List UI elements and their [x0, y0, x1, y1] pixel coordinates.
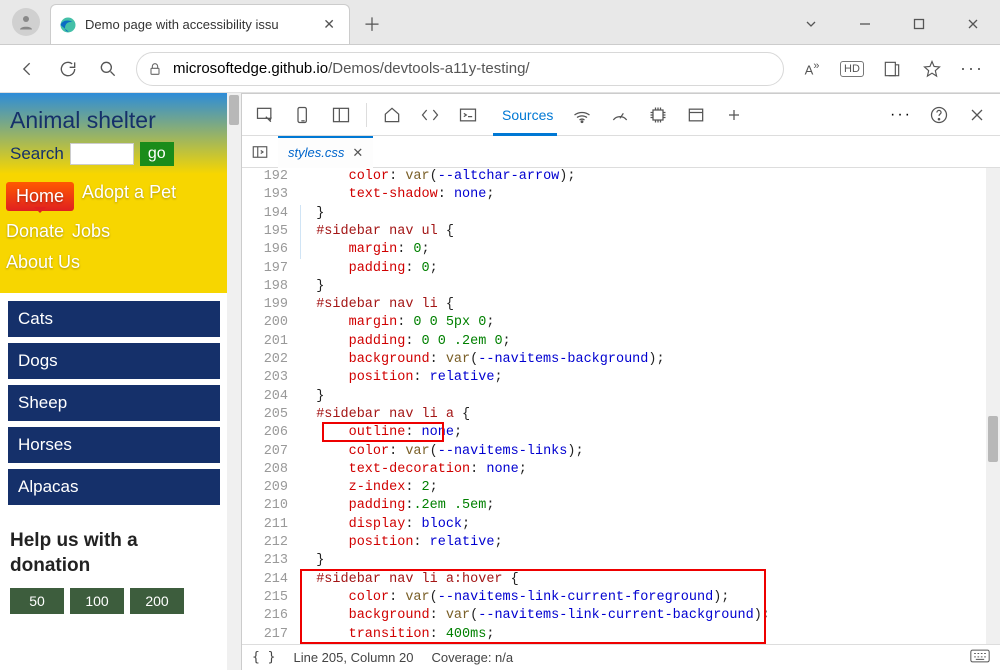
subnav-alpacas[interactable]: Alpacas: [8, 469, 220, 505]
file-tab-styles[interactable]: styles.css ✕: [278, 136, 373, 168]
devtools-close-icon[interactable]: [960, 98, 994, 132]
memory-tab-icon[interactable]: [641, 98, 675, 132]
sources-tab-label: Sources: [502, 107, 553, 123]
highlight-outline-none: [322, 422, 444, 442]
sources-tab[interactable]: Sources: [489, 94, 561, 136]
devtools-more-icon[interactable]: ···: [884, 98, 918, 132]
subnav-dogs[interactable]: Dogs: [8, 343, 220, 379]
devtools: Sources ··· styles.css ✕ 192193194195196…: [242, 93, 1000, 670]
sources-file-bar: styles.css ✕: [242, 136, 1000, 168]
tab-close-icon[interactable]: ✕: [319, 14, 339, 35]
source-editor[interactable]: 1921931941951961971981992002012022032042…: [242, 168, 1000, 644]
edge-icon: [59, 16, 77, 34]
tab-title: Demo page with accessibility issu: [85, 17, 313, 32]
more-tabs-icon[interactable]: [717, 98, 751, 132]
sidebar-subnav: Cats Dogs Sheep Horses Alpacas: [0, 293, 228, 519]
minimize-button[interactable]: [838, 4, 892, 44]
nav-about[interactable]: About Us: [6, 252, 80, 273]
donation-heading: Help us with a donation: [10, 529, 218, 578]
console-tab-icon[interactable]: [451, 98, 485, 132]
maximize-button[interactable]: [892, 4, 946, 44]
menu-icon[interactable]: ···: [956, 53, 988, 85]
dock-icon[interactable]: [324, 98, 358, 132]
nav-donate[interactable]: Donate: [6, 221, 64, 242]
back-button[interactable]: [8, 49, 48, 89]
nav-jobs[interactable]: Jobs: [72, 221, 110, 242]
devtools-status-bar: { } Line 205, Column 20 Coverage: n/a: [242, 644, 1000, 670]
subnav-cats[interactable]: Cats: [8, 301, 220, 337]
navigator-toggle-icon[interactable]: [246, 138, 274, 166]
page-title: Animal shelter: [10, 107, 218, 134]
favorite-icon[interactable]: [916, 53, 948, 85]
search-input[interactable]: [70, 143, 134, 165]
file-tab-close-icon[interactable]: ✕: [352, 145, 363, 161]
editor-scrollbar[interactable]: [986, 168, 1000, 644]
profile-icon[interactable]: [12, 8, 40, 36]
devtools-tabbar: Sources ···: [242, 94, 1000, 136]
cursor-position: Line 205, Column 20: [293, 650, 413, 665]
refresh-button[interactable]: [48, 49, 88, 89]
browser-toolbar: microsoftedge.github.io/Demos/devtools-a…: [0, 45, 1000, 93]
brackets-icon[interactable]: { }: [252, 650, 275, 665]
browser-tab[interactable]: Demo page with accessibility issu ✕: [50, 4, 350, 44]
search-go-button[interactable]: go: [140, 142, 174, 166]
read-aloud-icon[interactable]: A»: [796, 53, 828, 85]
performance-tab-icon[interactable]: [603, 98, 637, 132]
toolbar-right: A» HD ···: [792, 53, 992, 85]
titlebar: Demo page with accessibility issu ✕ ＋: [0, 0, 1000, 45]
donate-100[interactable]: 100: [70, 588, 124, 614]
device-toggle-icon[interactable]: [286, 98, 320, 132]
inspect-icon[interactable]: [248, 98, 282, 132]
search-button[interactable]: [88, 49, 128, 89]
application-tab-icon[interactable]: [679, 98, 713, 132]
nav-home[interactable]: Home: [6, 182, 74, 211]
search-label: Search: [10, 144, 64, 164]
collections-icon[interactable]: [876, 53, 908, 85]
address-bar[interactable]: microsoftedge.github.io/Demos/devtools-a…: [136, 52, 784, 86]
nav-adopt[interactable]: Adopt a Pet: [82, 182, 176, 211]
subnav-sheep[interactable]: Sheep: [8, 385, 220, 421]
subnav-horses[interactable]: Horses: [8, 427, 220, 463]
sidebar-nav: Home Adopt a Pet Donate Jobs About Us: [0, 174, 228, 293]
tab-actions-chevron-icon[interactable]: [784, 4, 838, 44]
coverage-status: Coverage: n/a: [431, 650, 513, 665]
new-tab-button[interactable]: ＋: [356, 8, 388, 40]
donate-200[interactable]: 200: [130, 588, 184, 614]
donate-50[interactable]: 50: [10, 588, 64, 614]
network-tab-icon[interactable]: [565, 98, 599, 132]
window-controls: [784, 4, 1000, 44]
page-scrollbar[interactable]: [227, 93, 241, 670]
address-text: microsoftedge.github.io/Demos/devtools-a…: [173, 60, 530, 77]
keyboard-icon[interactable]: [970, 649, 990, 666]
elements-tab-icon[interactable]: [413, 98, 447, 132]
file-tab-label: styles.css: [288, 145, 344, 160]
highlight-hover-block: [300, 569, 766, 644]
lock-icon: [147, 61, 163, 77]
page-viewport: Animal shelter Search go Home Adopt a Pe…: [0, 93, 242, 670]
welcome-tab-icon[interactable]: [375, 98, 409, 132]
devtools-help-icon[interactable]: [922, 98, 956, 132]
close-button[interactable]: [946, 4, 1000, 44]
hd-badge[interactable]: HD: [836, 53, 868, 85]
